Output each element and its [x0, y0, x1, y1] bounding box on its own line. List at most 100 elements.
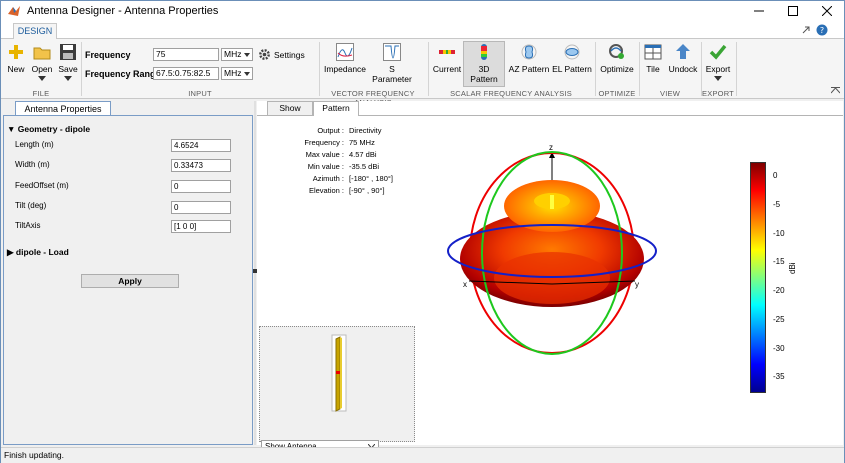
colorbar-tick: -20	[773, 286, 785, 295]
impedance-label: Impedance	[323, 64, 367, 74]
az-pattern-button[interactable]: AZ Pattern	[508, 43, 550, 74]
chevron-down-icon	[714, 76, 722, 81]
feedoffset-label: FeedOffset (m)	[15, 181, 69, 190]
colorbar	[750, 162, 766, 393]
optimize-icon	[609, 44, 624, 59]
frequency-unit-select[interactable]: MHz	[221, 48, 253, 61]
info-value: [-90° , 90°]	[349, 186, 385, 195]
minimize-button[interactable]	[742, 1, 776, 21]
tilt-field[interactable]: 0	[171, 201, 231, 214]
pattern-info-table: Output : Directivity Frequency : 75 MHz Ma…	[277, 124, 395, 198]
settings-button[interactable]: Settings	[258, 48, 305, 61]
apply-button[interactable]: Apply	[81, 274, 179, 288]
tile-button[interactable]: Tile	[642, 43, 664, 74]
app-window: Antenna Designer - Antenna Properties DE…	[0, 0, 845, 463]
close-button[interactable]	[810, 1, 844, 21]
antenna-properties-panel: Antenna Properties ▼ Geometry - dipole L…	[3, 101, 253, 445]
group-divider	[428, 42, 429, 96]
folder-icon	[33, 47, 51, 60]
checkmark-icon	[709, 44, 727, 60]
el-pattern-label: EL Pattern	[552, 64, 592, 74]
geometry-section-header[interactable]: ▼ Geometry - dipole	[7, 124, 90, 134]
group-divider	[701, 42, 702, 96]
impedance-plot-icon	[336, 43, 354, 61]
tiltaxis-label: TiltAxis	[15, 221, 41, 230]
window-title: Antenna Designer - Antenna Properties	[27, 5, 219, 17]
info-key: Azimuth :	[312, 174, 344, 183]
tab-pattern[interactable]: Pattern	[313, 101, 359, 116]
new-button[interactable]: New	[5, 43, 27, 74]
group-divider	[81, 42, 82, 96]
chevron-down-icon	[38, 76, 46, 81]
new-label: New	[7, 64, 25, 74]
colorbar-tick: -15	[773, 257, 785, 266]
undock-arrow-icon	[676, 44, 690, 59]
save-label: Save	[58, 64, 78, 74]
length-field[interactable]: 4.6524	[171, 139, 231, 152]
arrow-icon[interactable]	[801, 25, 811, 35]
3d-pattern-button[interactable]: 3D Pattern	[464, 43, 504, 84]
tab-show[interactable]: Show	[267, 101, 313, 115]
geometry-header-label: Geometry - dipole	[17, 124, 91, 134]
frequency-label: Frequency	[85, 50, 131, 60]
length-label: Length (m)	[15, 140, 54, 149]
export-button[interactable]: Export	[704, 43, 732, 81]
tab-design[interactable]: DESIGN	[13, 23, 57, 40]
gear-icon	[259, 49, 270, 60]
info-value: [-180° , 180°]	[349, 174, 393, 183]
tile-icon	[644, 44, 662, 60]
ribbon: New Open Save FILE Frequency 75 MHz Freq…	[1, 39, 844, 107]
info-key: Output :	[317, 126, 344, 135]
file-group-label: FILE	[32, 89, 50, 98]
s-parameter-label: S Parameter	[372, 64, 412, 84]
undock-label: Undock	[668, 64, 698, 74]
frequency-range-field[interactable]: 67.5:0.75:82.5	[153, 67, 219, 80]
current-button[interactable]: Current	[431, 43, 463, 74]
impedance-button[interactable]: Impedance	[323, 43, 367, 74]
maximize-button[interactable]	[776, 1, 810, 21]
colorbar-tick: -25	[773, 315, 785, 324]
optimize-label: Optimize	[600, 64, 634, 74]
width-label: Width (m)	[15, 160, 50, 169]
chevron-down-icon	[64, 76, 72, 81]
current-label: Current	[432, 64, 462, 74]
save-button[interactable]: Save	[57, 43, 79, 81]
undock-button[interactable]: Undock	[668, 43, 698, 74]
info-value: -35.5 dBi	[349, 162, 380, 171]
tab-antenna-properties[interactable]: Antenna Properties	[15, 101, 111, 116]
width-field[interactable]: 0.33473	[171, 159, 231, 172]
panel-splitter[interactable]	[253, 101, 257, 445]
help-icon[interactable]: ?	[816, 24, 828, 36]
range-unit-select[interactable]: MHz	[221, 67, 253, 80]
load-section-header[interactable]: ▶ dipole - Load	[7, 247, 69, 258]
3d-pattern-label: 3D Pattern	[470, 64, 498, 84]
sfa-group-label: SCALAR FREQUENCY ANALYSIS	[450, 89, 572, 98]
group-divider	[736, 42, 737, 96]
new-plus-icon	[9, 45, 23, 59]
range-unit-value: MHz	[224, 68, 242, 78]
dipole-antenna-preview[interactable]	[324, 331, 354, 415]
frequency-field[interactable]: 75	[153, 48, 219, 61]
expanded-triangle-icon: ▼	[7, 124, 18, 134]
z-axis-label: z	[549, 143, 553, 152]
frequency-range-label: Frequency Range	[85, 69, 161, 79]
3d-radiation-pattern-plot[interactable]: x y z	[437, 141, 667, 356]
properties-body: ▼ Geometry - dipole Length (m) 4.6524 Wi…	[3, 115, 253, 445]
az-pattern-icon	[521, 44, 537, 60]
input-group-label: INPUT	[188, 89, 212, 98]
optimize-button[interactable]: Optimize	[598, 43, 636, 74]
frequency-unit-value: MHz	[224, 49, 242, 59]
el-pattern-icon	[564, 44, 580, 60]
el-pattern-button[interactable]: EL Pattern	[552, 43, 592, 74]
info-key: Elevation :	[308, 186, 344, 195]
info-key: Max value :	[305, 150, 344, 159]
open-button[interactable]: Open	[30, 43, 54, 81]
s-parameter-button[interactable]: S Parameter	[369, 43, 415, 84]
open-label: Open	[31, 64, 53, 74]
feedoffset-field[interactable]: 0	[171, 180, 231, 193]
collapse-ribbon-icon[interactable]	[831, 87, 840, 94]
pattern-view: Output : Directivity Frequency : 75 MHz Ma…	[257, 115, 843, 453]
tiltaxis-field[interactable]: [1 0 0]	[171, 220, 231, 233]
dipole-marker	[550, 195, 554, 209]
group-divider	[319, 42, 320, 96]
